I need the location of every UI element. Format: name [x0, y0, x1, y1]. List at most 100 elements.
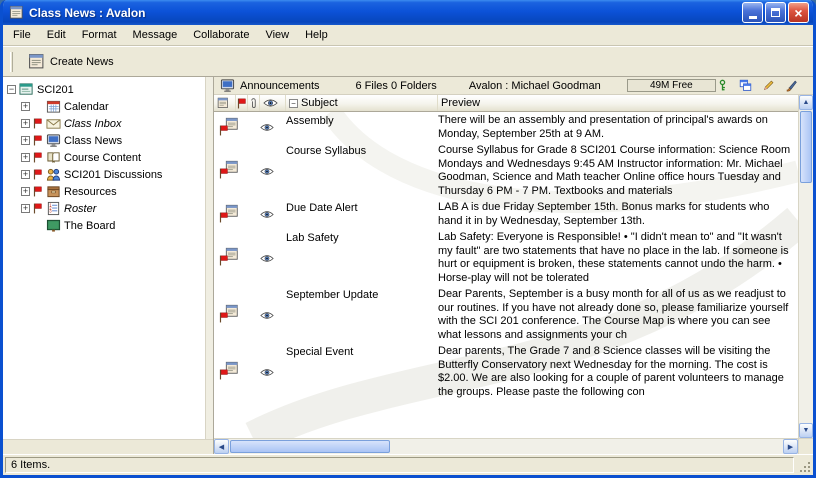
menu-item-format[interactable]: Format: [74, 26, 125, 44]
scroll-down-button[interactable]: ▼: [799, 423, 813, 438]
flag-icon: [219, 312, 228, 326]
news-row-assembly[interactable]: AssemblyThere will be an assembly and pr…: [214, 112, 798, 142]
tree-vertical-scrollbar[interactable]: [205, 77, 213, 439]
expand-toggle-icon[interactable]: +: [21, 102, 30, 111]
news-item-icon: [219, 361, 243, 383]
tree-item-sci201-discussions[interactable]: +SCI201 Discussions: [3, 166, 205, 183]
flag-icon: [33, 203, 42, 214]
news-row-september-update[interactable]: September UpdateDear Parents, September …: [214, 286, 798, 343]
expand-toggle-icon[interactable]: +: [21, 204, 30, 213]
subject-cell: Lab Safety: [286, 231, 438, 285]
news-row-course-syllabus[interactable]: Course SyllabusCourse Syllabus for Grade…: [214, 142, 798, 199]
key-icon[interactable]: [716, 79, 729, 92]
flag-slot: [33, 152, 43, 163]
menu-item-file[interactable]: File: [5, 26, 39, 44]
calendar-icon: [46, 99, 61, 114]
paperclip-icon: [250, 97, 257, 110]
flag-icon: [219, 212, 228, 226]
window-title: Class News : Avalon: [29, 6, 742, 20]
vertical-scroll-thumb[interactable]: [800, 111, 812, 183]
expand-toggle-icon[interactable]: +: [21, 153, 30, 162]
folder-tree-pane: −SCI201+Calendar+Class Inbox+Class News+…: [3, 77, 213, 454]
storage-free-label: 49M Free: [650, 80, 693, 91]
menu-item-collaborate[interactable]: Collaborate: [185, 26, 257, 44]
flag-slot: [33, 203, 43, 214]
menu-item-message[interactable]: Message: [125, 26, 186, 44]
scroll-up-button[interactable]: ▲: [799, 95, 813, 110]
preview-cell: Dear parents, The Grade 7 and 8 Science …: [438, 345, 798, 399]
app-icon: [8, 4, 25, 21]
column-header-viewed[interactable]: [260, 95, 286, 111]
news-row-due-date-alert[interactable]: Due Date AlertLAB A is due Friday Septem…: [214, 199, 798, 229]
flag-slot: [33, 186, 43, 197]
news-row-lab-safety[interactable]: Lab SafetyLab Safety: Everyone is Respon…: [214, 229, 798, 286]
viewed-eye-icon: [260, 288, 286, 342]
book-icon: [46, 150, 61, 165]
storage-meter: 49M Free: [627, 79, 716, 92]
tree-horizontal-scrollbar[interactable]: [3, 439, 213, 454]
column-header-preview[interactable]: Preview: [438, 95, 798, 111]
column-header-subject[interactable]: −Subject: [286, 95, 438, 111]
cascade-icon[interactable]: [739, 79, 752, 92]
preview-cell: Lab Safety: Everyone is Responsible! • "…: [438, 231, 798, 285]
expand-toggle-icon[interactable]: +: [21, 170, 30, 179]
close-icon: ×: [794, 6, 802, 20]
menubar: FileEditFormatMessageCollaborateViewHelp: [3, 25, 813, 46]
expand-toggle-icon[interactable]: +: [21, 119, 30, 128]
item-icon-cell: [214, 288, 260, 342]
flag-icon: [219, 125, 228, 139]
list-bottom-bar: ◀ ▶: [214, 438, 813, 454]
maximize-button[interactable]: [765, 2, 786, 23]
vertical-scroll-track[interactable]: [799, 184, 813, 423]
tree-item-class-news[interactable]: +Class News: [3, 132, 205, 149]
list-header: −Subject Preview: [214, 95, 798, 112]
tree-item-calendar[interactable]: +Calendar: [3, 98, 205, 115]
tree-item-roster[interactable]: +123Roster: [3, 200, 205, 217]
app-window: Class News : Avalon × FileEditFormatMess…: [0, 0, 816, 478]
expand-toggle-icon[interactable]: +: [21, 187, 30, 196]
column-header-flag[interactable]: [236, 95, 248, 111]
horizontal-scroll-track[interactable]: [391, 439, 783, 454]
scrollbar-corner: [798, 439, 813, 454]
list-vertical-scrollbar[interactable]: ▲ ▼: [798, 95, 813, 438]
scroll-left-button[interactable]: ◀: [214, 439, 229, 454]
tree-item-course-content[interactable]: +Course Content: [3, 149, 205, 166]
preview-cell: There will be an assembly and presentati…: [438, 114, 798, 141]
brush-icon[interactable]: [785, 79, 798, 92]
horizontal-scroll-thumb[interactable]: [230, 440, 390, 453]
subject-cell: Course Syllabus: [286, 144, 438, 198]
news-item-icon: [219, 247, 243, 269]
minimize-icon: [749, 16, 757, 19]
view-mode-label: Announcements: [240, 80, 320, 92]
main-area: −SCI201+Calendar+Class Inbox+Class News+…: [3, 77, 813, 454]
pencil-icon[interactable]: [762, 79, 775, 92]
news-item-icon: [219, 304, 243, 326]
minimize-button[interactable]: [742, 2, 763, 23]
menu-item-help[interactable]: Help: [297, 26, 336, 44]
scroll-right-button[interactable]: ▶: [783, 439, 798, 454]
expand-toggle-icon[interactable]: +: [21, 136, 30, 145]
flag-icon: [219, 369, 228, 383]
inbox-icon: [46, 116, 61, 131]
resize-grip[interactable]: [796, 457, 811, 473]
tree-item-resources[interactable]: +Resources: [3, 183, 205, 200]
create-news-button[interactable]: Create News: [19, 49, 123, 74]
preview-header-label: Preview: [441, 97, 480, 109]
news-item-icon: [219, 117, 243, 139]
list-horizontal-scrollbar[interactable]: ◀ ▶: [214, 439, 798, 454]
toolbar: Create News: [3, 46, 813, 77]
news-row-special-event[interactable]: Special EventDear parents, The Grade 7 a…: [214, 343, 798, 400]
column-header-attachment[interactable]: [248, 95, 260, 111]
tree-item-sci201[interactable]: −SCI201: [3, 81, 205, 98]
collapse-toggle-icon[interactable]: −: [7, 85, 16, 94]
tree-item-class-inbox[interactable]: +Class Inbox: [3, 115, 205, 132]
expander-placeholder: [21, 221, 30, 230]
viewed-eye-icon: [260, 114, 286, 141]
menu-item-view[interactable]: View: [257, 26, 297, 44]
item-icon-cell: [214, 345, 260, 399]
menu-item-edit[interactable]: Edit: [39, 26, 74, 44]
tree-item-the-board[interactable]: The Board: [3, 217, 205, 234]
column-header-item-icon[interactable]: [214, 95, 236, 111]
collapse-all-icon[interactable]: −: [289, 99, 298, 108]
close-button[interactable]: ×: [788, 2, 809, 23]
